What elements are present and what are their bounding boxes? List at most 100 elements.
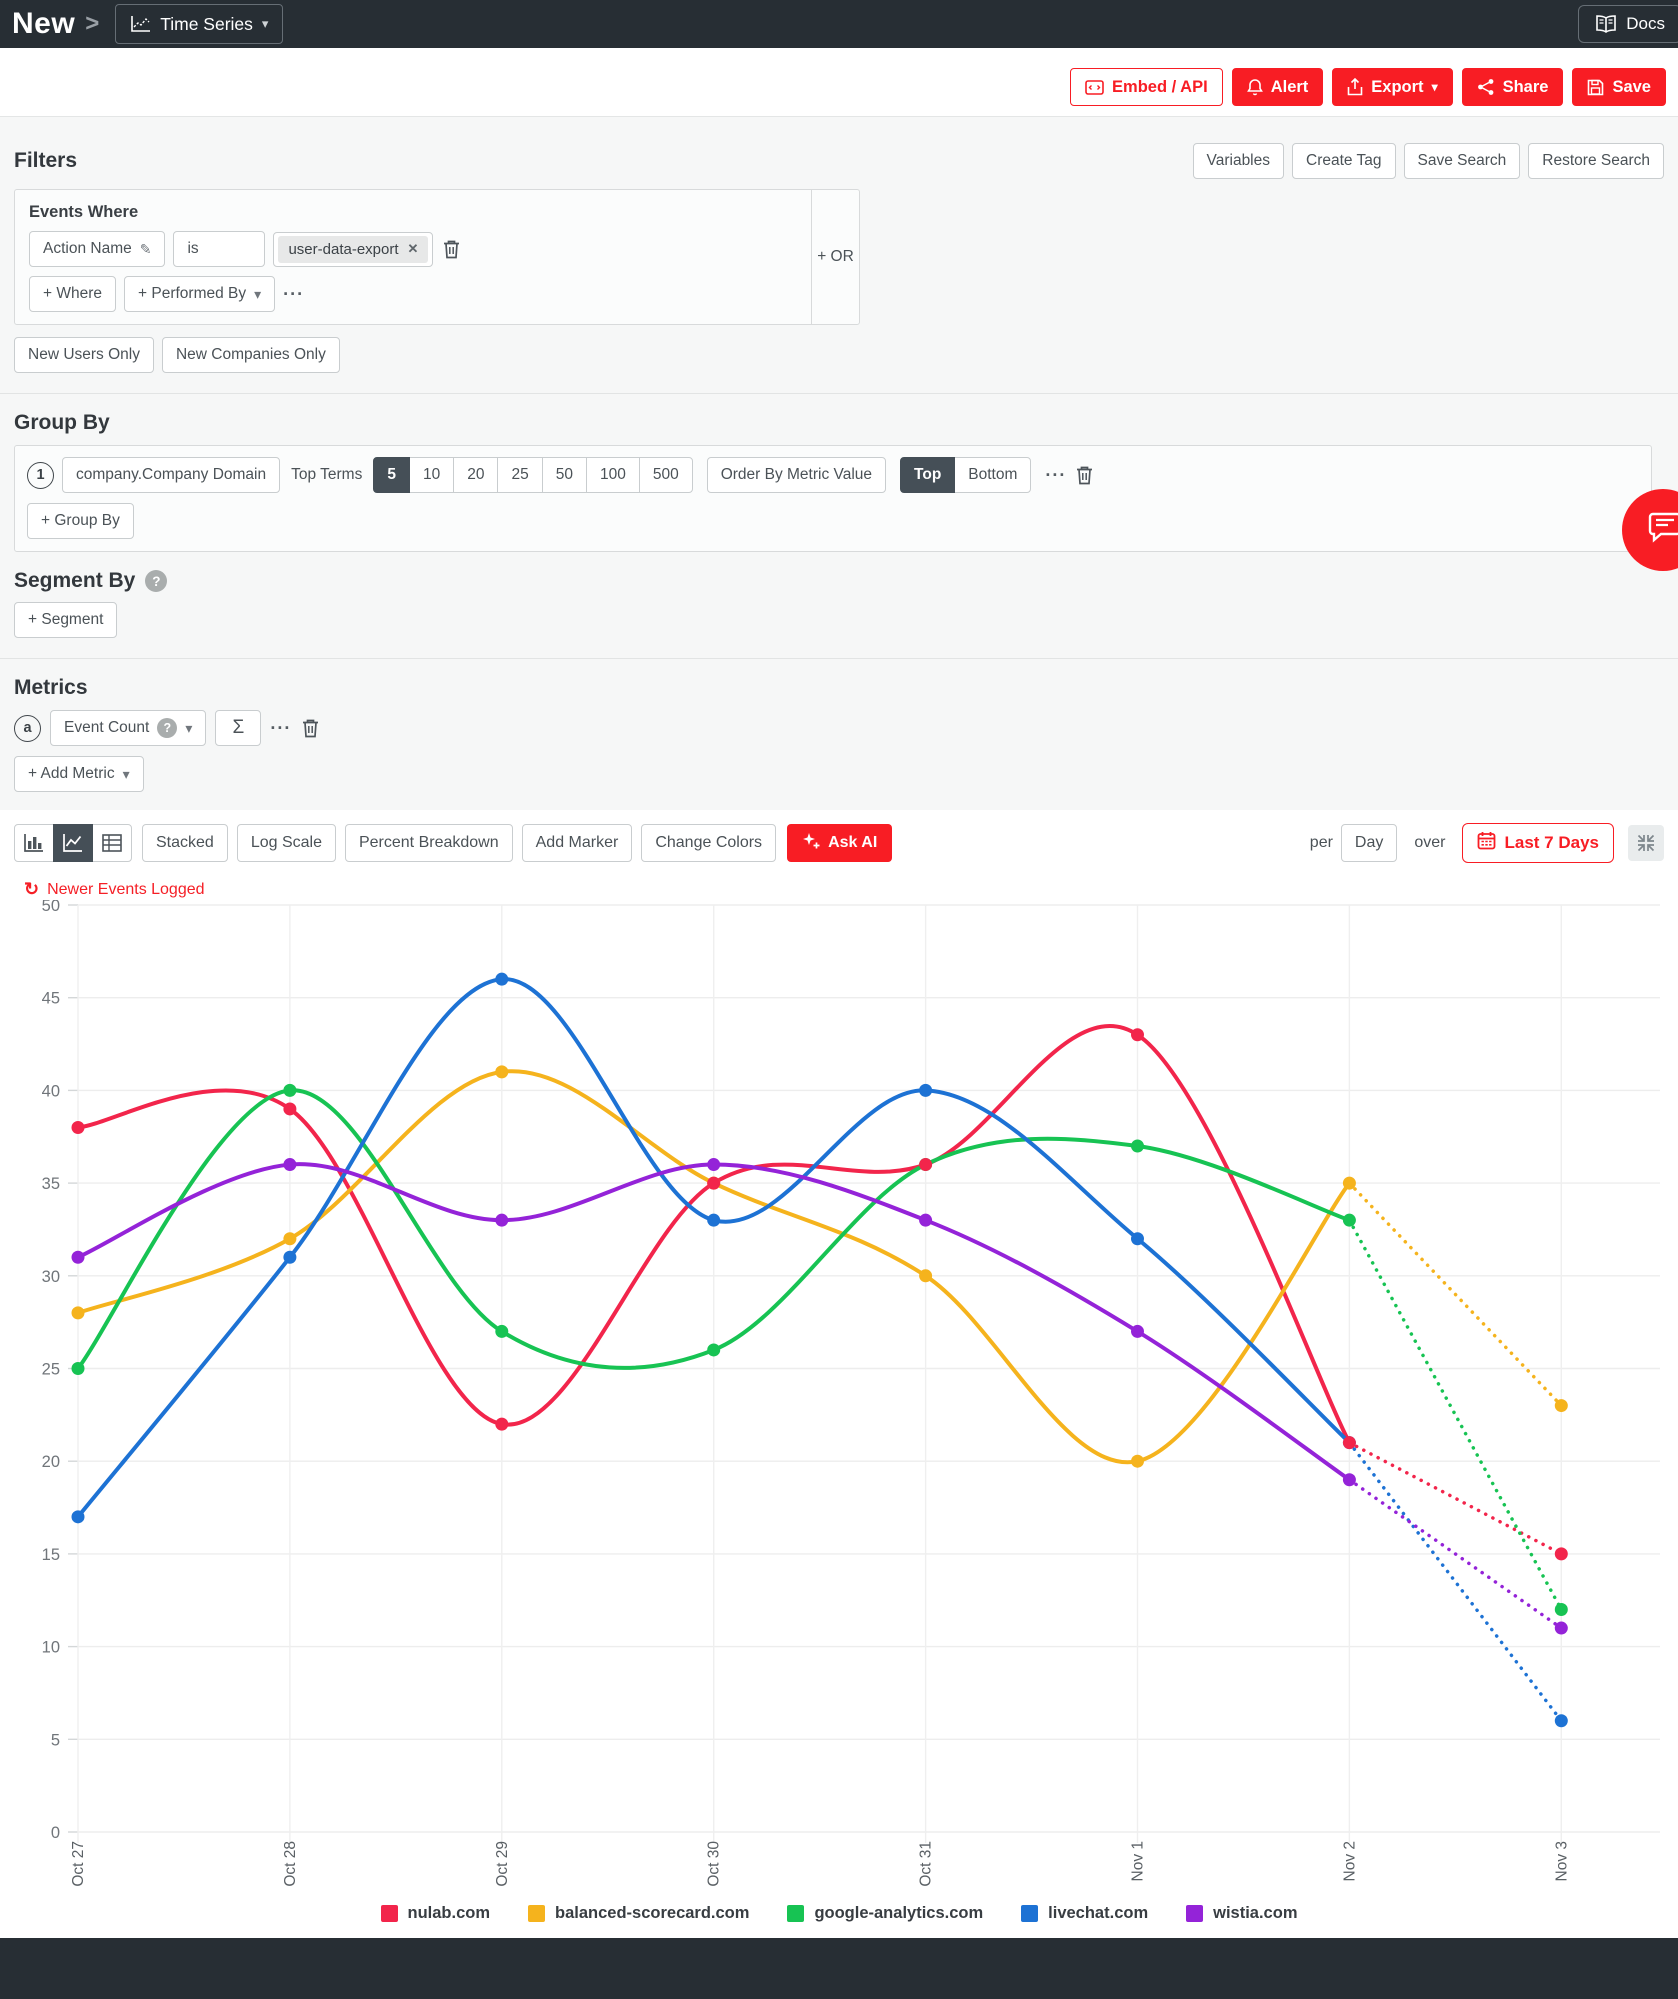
stacked-button[interactable]: Stacked [142, 824, 228, 862]
delete-filter-icon[interactable] [441, 238, 462, 260]
legend-item-balanced-scorecard.com[interactable]: balanced-scorecard.com [528, 1904, 749, 1923]
x-axis-label: Oct 30 [706, 1841, 723, 1887]
legend-item-nulab.com[interactable]: nulab.com [381, 1904, 491, 1923]
data-point-balanced-scorecard.com [1131, 1455, 1144, 1468]
group-by-heading: Group By [14, 411, 1664, 435]
aggregation-button[interactable]: Σ [215, 710, 261, 746]
add-metric-button[interactable]: + Add Metric ▾ [14, 756, 144, 792]
over-label: over [1414, 834, 1445, 852]
svg-text:5: 5 [51, 1731, 60, 1749]
docs-button[interactable]: Docs [1578, 5, 1678, 43]
x-axis-label: Nov 3 [1553, 1841, 1570, 1882]
x-axis-label: Nov 2 [1341, 1841, 1358, 1882]
term-option-500[interactable]: 500 [639, 457, 693, 493]
term-option-100[interactable]: 100 [586, 457, 640, 493]
chart-legend: nulab.com balanced-scorecard.com google-an… [14, 1904, 1664, 1923]
change-colors-button[interactable]: Change Colors [641, 824, 776, 862]
log-scale-button[interactable]: Log Scale [237, 824, 336, 862]
x-axis-label: Oct 28 [282, 1841, 299, 1887]
newer-events-notice[interactable]: ↻ Newer Events Logged [24, 879, 1664, 900]
more-options-icon[interactable]: ··· [270, 718, 291, 739]
ask-ai-button[interactable]: Ask AI [787, 824, 892, 862]
top-option[interactable]: Top [900, 457, 955, 493]
save-button[interactable]: Save [1572, 68, 1666, 106]
data-point-google-analytics.com [495, 1325, 508, 1338]
svg-text:30: 30 [42, 1268, 60, 1286]
legend-swatch [1021, 1905, 1038, 1922]
filter-value-field[interactable]: user-data-export ✕ [273, 232, 433, 267]
embed-icon [1085, 80, 1104, 95]
delete-group-by-icon[interactable] [1074, 464, 1095, 486]
group-by-property-button[interactable]: company.Company Domain [62, 457, 280, 493]
more-options-icon[interactable]: ··· [1045, 465, 1066, 486]
top-terms-label: Top Terms [291, 466, 362, 484]
bottom-option[interactable]: Bottom [954, 457, 1031, 493]
add-marker-button[interactable]: Add Marker [522, 824, 633, 862]
variables-button[interactable]: Variables [1193, 143, 1284, 179]
term-option-10[interactable]: 10 [409, 457, 454, 493]
x-axis-label: Oct 27 [70, 1841, 87, 1887]
help-icon[interactable]: ? [145, 570, 167, 592]
order-by-metric-value-button[interactable]: Order By Metric Value [707, 457, 886, 493]
data-point-nulab.com [1131, 1028, 1144, 1041]
legend-swatch [1186, 1905, 1203, 1922]
footer-bar [0, 1938, 1678, 1999]
new-companies-only-button[interactable]: New Companies Only [162, 337, 340, 373]
share-button[interactable]: Share [1462, 68, 1564, 106]
save-search-button[interactable]: Save Search [1404, 143, 1521, 179]
delete-metric-icon[interactable] [300, 717, 321, 739]
svg-text:0: 0 [51, 1824, 60, 1842]
legend-item-livechat.com[interactable]: livechat.com [1021, 1904, 1148, 1923]
add-segment-button[interactable]: + Segment [14, 602, 117, 638]
view-type-dropdown[interactable]: Time Series ▾ [115, 4, 283, 44]
view-type-label: Time Series [160, 14, 253, 35]
more-options-icon[interactable]: ··· [283, 284, 304, 305]
legend-item-wistia.com[interactable]: wistia.com [1186, 1904, 1297, 1923]
metric-selector-button[interactable]: Event Count ? ▾ [50, 710, 206, 746]
filter-operator-button[interactable]: is [173, 231, 265, 267]
restore-search-button[interactable]: Restore Search [1528, 143, 1664, 179]
table-icon[interactable] [92, 824, 132, 862]
create-tag-button[interactable]: Create Tag [1292, 143, 1396, 179]
term-option-20[interactable]: 20 [453, 457, 498, 493]
date-range-button[interactable]: Last 7 Days [1462, 823, 1615, 863]
data-point-wistia.com [283, 1158, 296, 1171]
book-icon [1595, 15, 1617, 33]
add-where-button[interactable]: + Where [29, 276, 116, 312]
percent-breakdown-button[interactable]: Percent Breakdown [345, 824, 513, 862]
interval-button[interactable]: Day [1341, 824, 1397, 862]
data-point-livechat.com [1555, 1714, 1568, 1727]
filter-value-tag: user-data-export ✕ [278, 236, 428, 263]
term-option-25[interactable]: 25 [497, 457, 542, 493]
data-point-balanced-scorecard.com [1343, 1177, 1356, 1190]
embed-api-button[interactable]: Embed / API [1070, 68, 1223, 106]
term-option-5[interactable]: 5 [373, 457, 410, 493]
bar-chart-icon[interactable] [14, 824, 54, 862]
data-point-google-analytics.com [1555, 1603, 1568, 1616]
add-performed-by-button[interactable]: + Performed By ▾ [124, 276, 275, 312]
chart-section: Stacked Log Scale Percent Breakdown Add … [0, 810, 1678, 1923]
series-line-dotted-balanced-scorecard.com [1349, 1183, 1561, 1405]
time-series-chart[interactable]: 05101520253035404550Oct 27Oct 28Oct 29Oc… [0, 900, 1678, 1900]
remove-tag-icon[interactable]: ✕ [408, 241, 419, 257]
events-where-label: Events Where [29, 203, 797, 222]
add-or-button[interactable]: + OR [811, 190, 859, 324]
svg-text:10: 10 [42, 1639, 60, 1657]
term-option-50[interactable]: 50 [542, 457, 587, 493]
data-point-wistia.com [707, 1158, 720, 1171]
legend-swatch [528, 1905, 545, 1922]
export-button[interactable]: Export ▾ [1332, 68, 1452, 106]
data-point-nulab.com [283, 1102, 296, 1115]
line-chart-icon[interactable] [53, 824, 93, 862]
legend-item-google-analytics.com[interactable]: google-analytics.com [787, 1904, 983, 1923]
chevron-down-icon: ▾ [1432, 80, 1438, 94]
collapse-icon[interactable] [1628, 825, 1664, 861]
alert-button[interactable]: Alert [1232, 68, 1324, 106]
filter-property-button[interactable]: Action Name ✎ [29, 231, 165, 267]
data-point-wistia.com [1555, 1622, 1568, 1635]
data-point-balanced-scorecard.com [919, 1269, 932, 1282]
term-count-segment: 5 10 20 25 50 100 500 [373, 457, 692, 493]
data-point-balanced-scorecard.com [72, 1306, 85, 1319]
add-group-by-button[interactable]: + Group By [27, 503, 134, 539]
new-users-only-button[interactable]: New Users Only [14, 337, 154, 373]
